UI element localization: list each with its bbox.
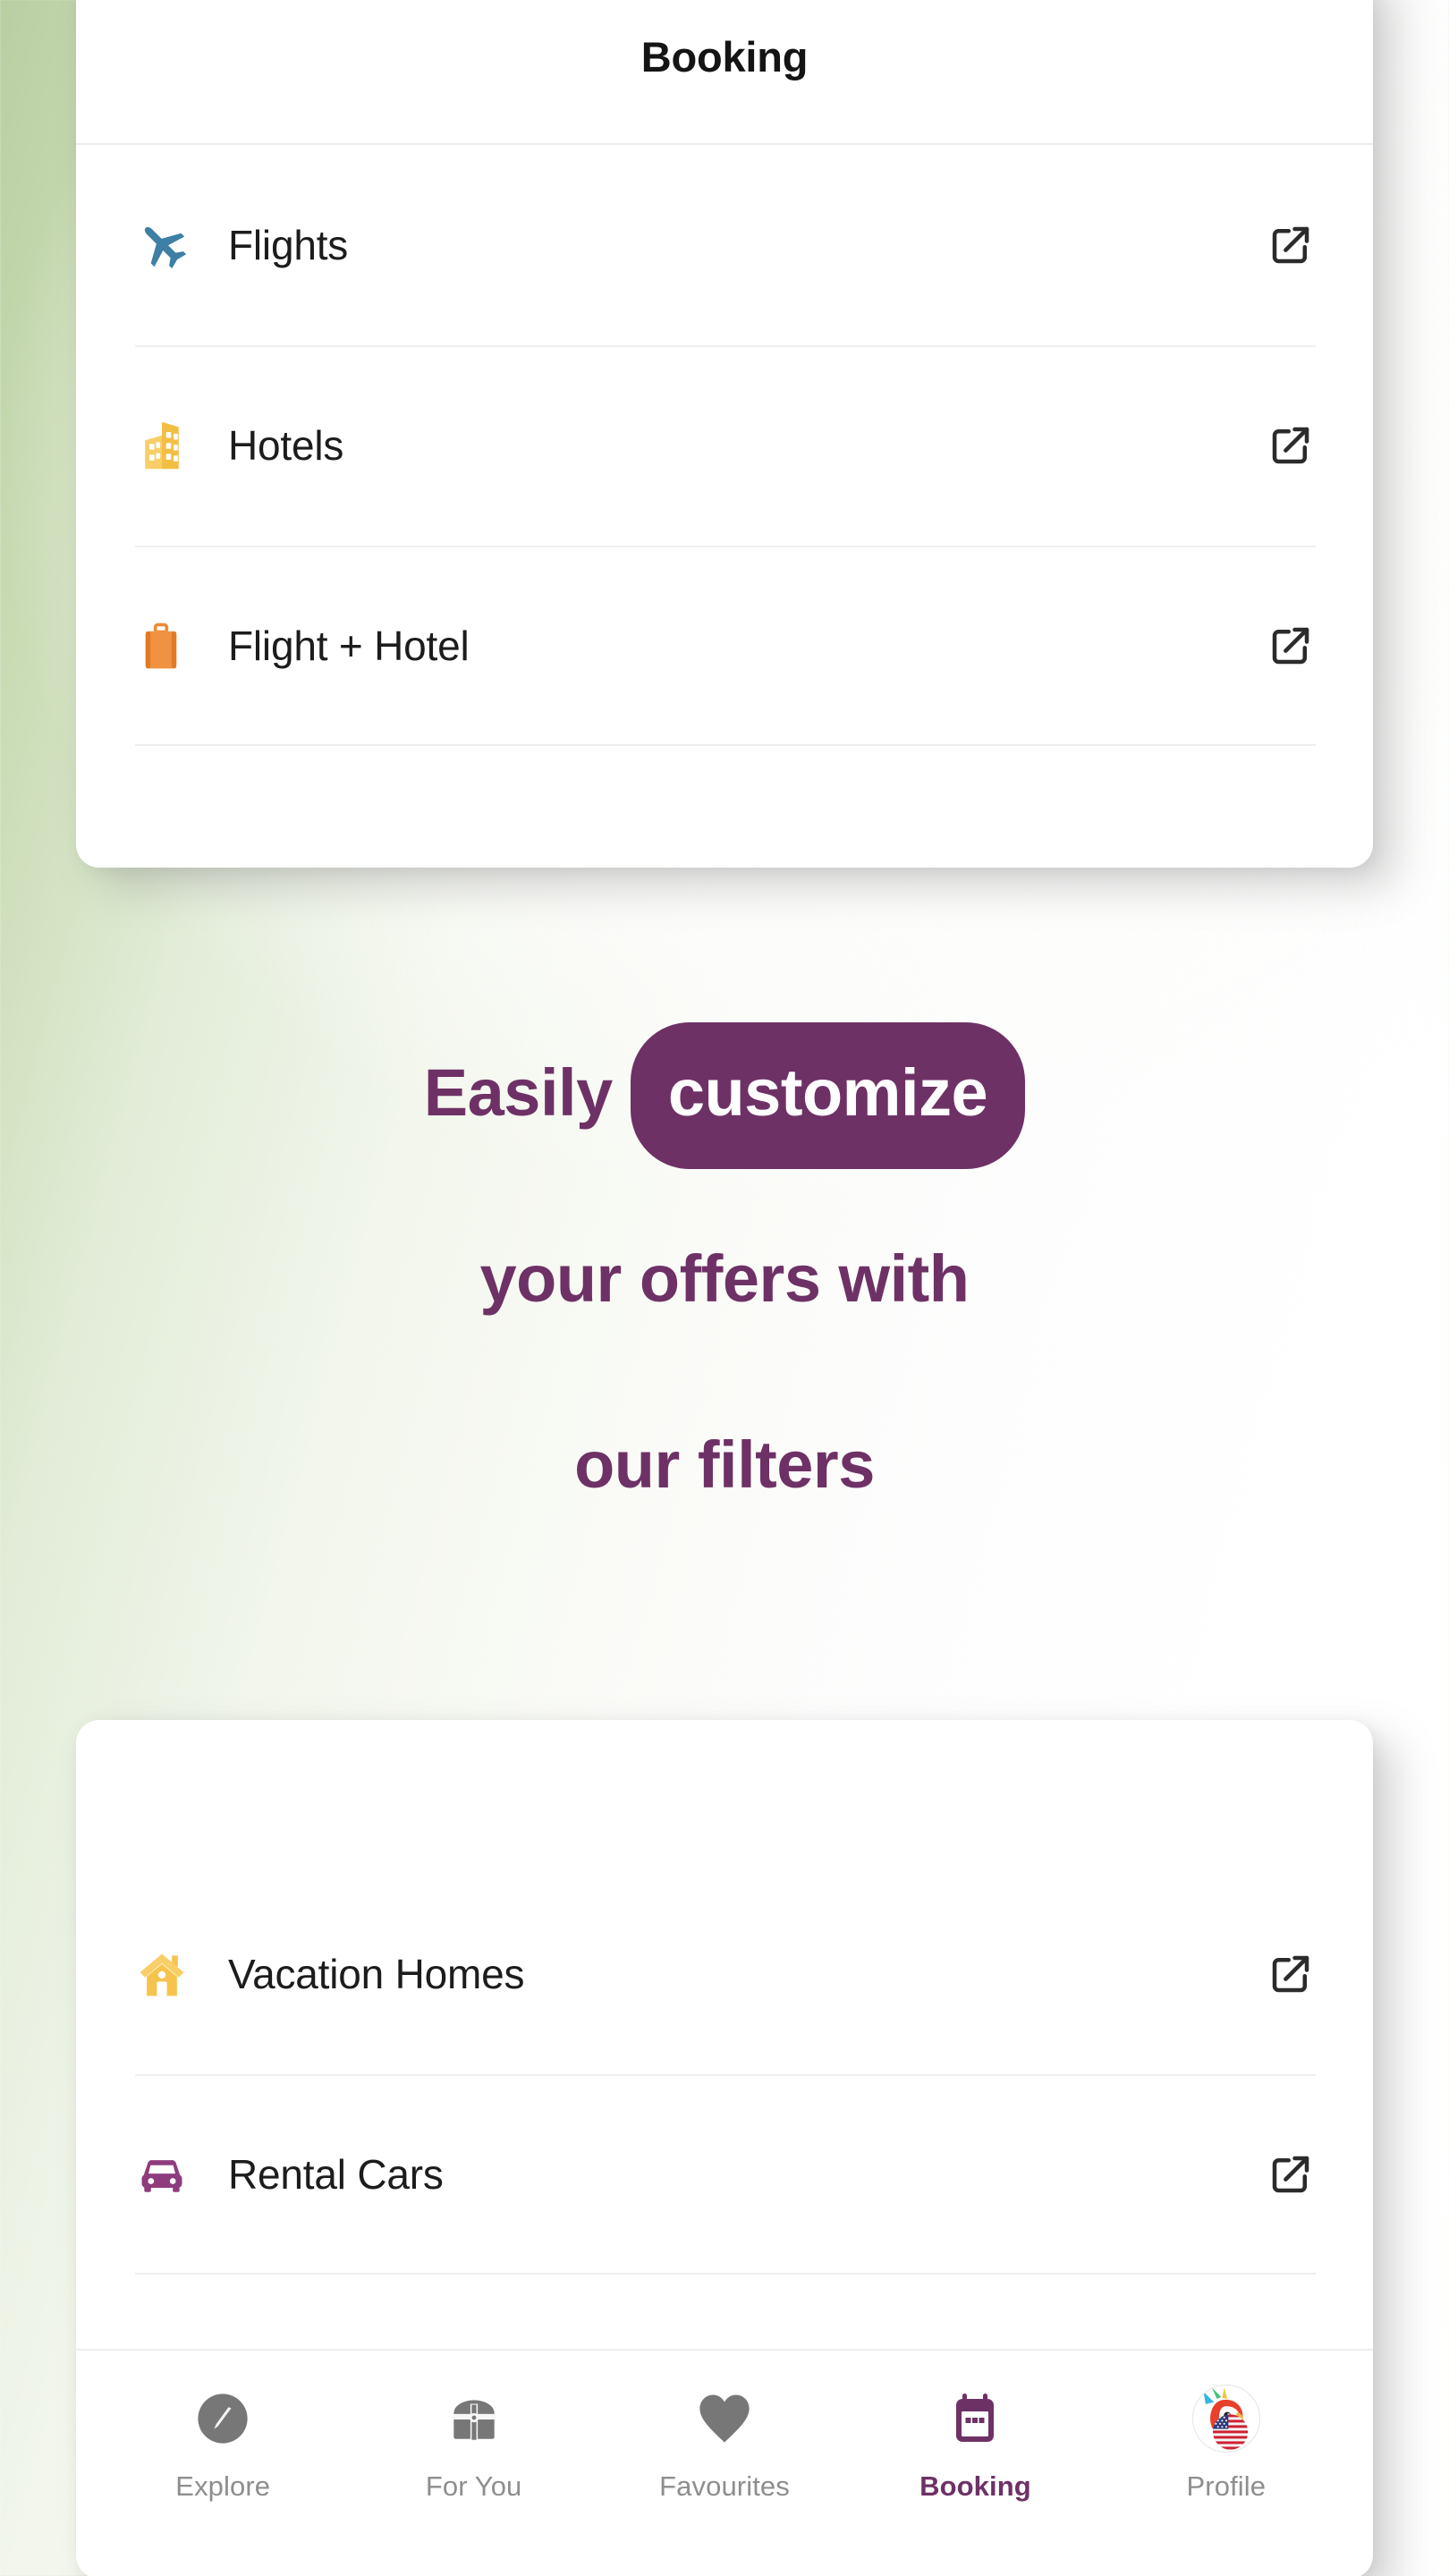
car-icon bbox=[135, 2148, 228, 2201]
nav-item-profile[interactable]: Profile bbox=[1101, 2351, 1352, 2503]
booking-option-hotels[interactable]: Hotels bbox=[76, 345, 1373, 546]
avatar bbox=[1191, 2385, 1260, 2453]
external-link-icon[interactable] bbox=[1266, 421, 1316, 470]
booking-option-rental-cars[interactable]: Rental Cars bbox=[76, 2074, 1373, 2275]
nav-item-booking[interactable]: Booking bbox=[850, 2351, 1100, 2503]
external-link-icon[interactable] bbox=[1266, 2150, 1316, 2199]
headline-line-3: our filters bbox=[574, 1428, 875, 1502]
airplane-icon bbox=[135, 217, 228, 273]
page-title: Booking bbox=[640, 32, 809, 80]
booking-option-label: Flight + Hotel bbox=[228, 623, 470, 669]
nav-label: Explore bbox=[175, 2470, 271, 2502]
nav-item-explore[interactable]: Explore bbox=[97, 2351, 348, 2503]
house-icon bbox=[135, 1947, 228, 2001]
headline-highlight-pill: customize bbox=[630, 1022, 1026, 1170]
nav-item-for-you[interactable]: For You bbox=[348, 2351, 598, 2503]
app-screen: Booking Flights Hotels Flight + Hotel Ea… bbox=[0, 0, 1449, 2576]
calendar-icon bbox=[946, 2385, 1004, 2453]
card-bottom-spacer bbox=[76, 1720, 1373, 1874]
nav-label: Profile bbox=[1186, 2470, 1267, 2502]
booking-option-flights[interactable]: Flights bbox=[76, 145, 1373, 345]
booking-option-flight-hotel[interactable]: Flight + Hotel bbox=[76, 546, 1373, 746]
headline-line-2: your offers with bbox=[479, 1241, 970, 1316]
nav-label: Favourites bbox=[659, 2470, 790, 2502]
booking-option-vacation-homes[interactable]: Vacation Homes bbox=[76, 1874, 1373, 2074]
bottom-navigation-bar: Explore For You Favourites Booking Profi… bbox=[76, 2349, 1373, 2576]
suitcase-icon bbox=[135, 620, 228, 672]
promo-headline: Easily customize your offers with our fi… bbox=[0, 1000, 1449, 1558]
building-icon bbox=[135, 419, 228, 472]
booking-option-label: Hotels bbox=[228, 422, 344, 469]
heart-icon bbox=[694, 2385, 755, 2453]
headline-prefix: Easily bbox=[423, 1055, 613, 1130]
external-link-icon[interactable] bbox=[1266, 221, 1316, 269]
booking-option-label: Rental Cars bbox=[228, 2151, 444, 2198]
card-header: Booking bbox=[76, 0, 1373, 145]
booking-card-top: Booking Flights Hotels Flight + Hotel bbox=[76, 0, 1373, 868]
booking-option-label: Flights bbox=[228, 222, 349, 268]
treasure-chest-icon bbox=[445, 2385, 504, 2453]
external-link-icon[interactable] bbox=[1266, 622, 1316, 670]
external-link-icon[interactable] bbox=[1266, 1950, 1316, 1998]
compass-icon bbox=[192, 2385, 253, 2453]
headline-line-1: Easily customize bbox=[0, 1000, 1449, 1186]
avatar-parrot-flag-icon bbox=[1191, 2385, 1260, 2453]
nav-item-favourites[interactable]: Favourites bbox=[599, 2351, 850, 2503]
booking-option-label: Vacation Homes bbox=[228, 1951, 525, 1997]
nav-label: Booking bbox=[919, 2470, 1031, 2502]
nav-label: For You bbox=[425, 2470, 522, 2502]
